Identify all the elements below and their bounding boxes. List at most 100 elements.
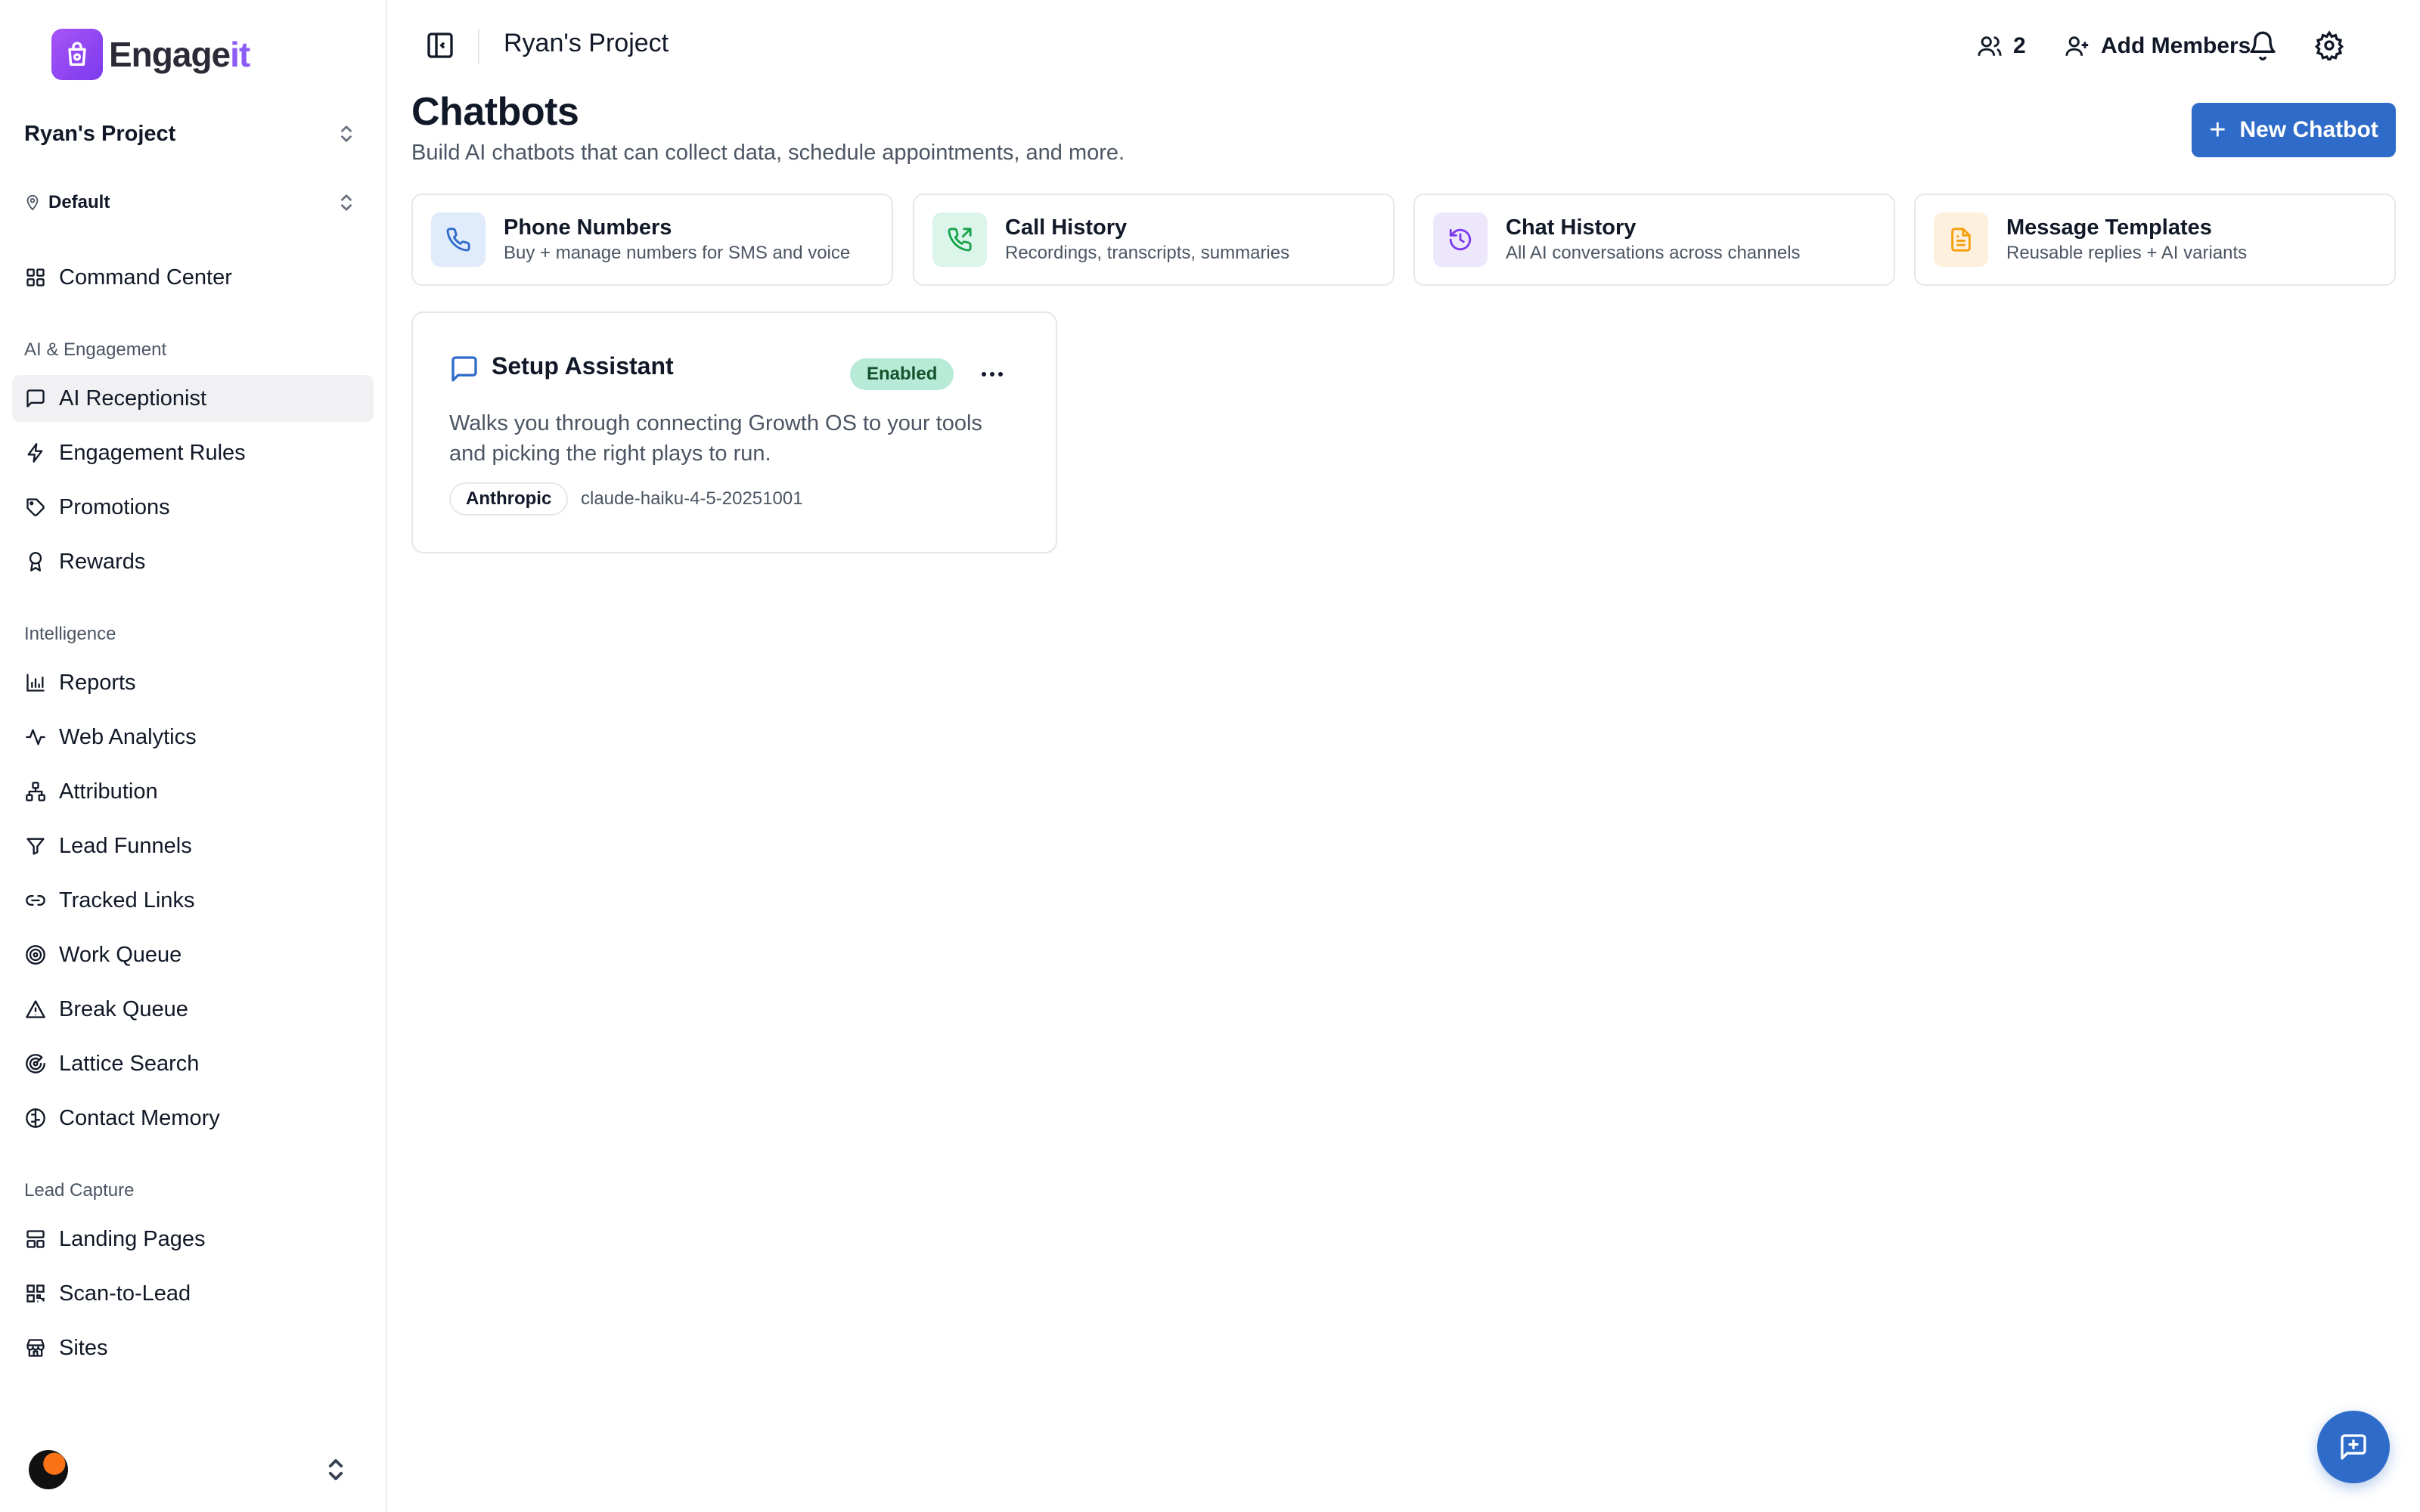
sidebar-item-label: Promotions <box>59 494 170 519</box>
sidebar-item-tracked-links[interactable]: Tracked Links <box>12 877 374 924</box>
bell-icon[interactable] <box>2248 30 2278 60</box>
quick-link-chat-history[interactable]: Chat History All AI conversations across… <box>1413 194 1895 286</box>
bar-chart-icon <box>24 671 47 694</box>
logo-icon <box>51 29 103 80</box>
page-subtitle: Build AI chatbots that can collect data,… <box>411 141 1125 165</box>
phone-outgoing-icon <box>932 212 987 267</box>
members-count-button[interactable]: 2 <box>1977 27 2026 65</box>
document-icon <box>1934 212 1988 267</box>
network-icon <box>24 780 47 803</box>
sidebar-item-label: Contact Memory <box>59 1105 220 1130</box>
sidebar-item-label: Rewards <box>59 549 146 574</box>
model-name: claude-haiku-4-5-20251001 <box>581 488 803 509</box>
section-title-intelligence: Intelligence <box>24 624 116 644</box>
sidebar-item-ai-receptionist[interactable]: AI Receptionist <box>12 375 374 422</box>
sidebar-item-command-center[interactable]: Command Center <box>12 254 374 301</box>
activity-icon <box>24 726 47 748</box>
more-options-icon[interactable] <box>982 363 1009 386</box>
project-selector[interactable]: Ryan's Project <box>24 113 365 154</box>
sidebar-item-label: Tracked Links <box>59 888 195 912</box>
sidebar-item-break-queue[interactable]: Break Queue <box>12 986 374 1033</box>
brand-logo[interactable]: Engageit <box>51 29 250 80</box>
target-icon <box>24 943 47 966</box>
sidebar-item-label: Lead Funnels <box>59 833 192 858</box>
sidebar-item-label: Scan-to-Lead <box>59 1281 191 1306</box>
sidebar-item-label: Landing Pages <box>59 1226 206 1251</box>
new-chatbot-button[interactable]: + New Chatbot <box>2192 103 2396 157</box>
status-badge: Enabled <box>850 358 954 390</box>
sidebar-item-contact-memory[interactable]: Contact Memory <box>12 1095 374 1142</box>
sidebar-item-reports[interactable]: Reports <box>12 659 374 706</box>
chatbot-card[interactable]: Setup Assistant Enabled Walks you throug… <box>411 311 1057 553</box>
message-plus-icon <box>2341 1434 2366 1460</box>
sidebar-item-engagement-rules[interactable]: Engagement Rules <box>12 429 374 476</box>
sidebar-item-promotions[interactable]: Promotions <box>12 484 374 531</box>
sidebar-item-label: Web Analytics <box>59 724 197 749</box>
sidebar-item-work-queue[interactable]: Work Queue <box>12 931 374 978</box>
user-avatar[interactable] <box>29 1450 68 1489</box>
sidebar-item-label: Command Center <box>59 265 232 290</box>
top-bar: Ryan's Project 2 Add Members <box>387 0 2420 91</box>
new-chatbot-label: New Chatbot <box>2239 117 2378 142</box>
radar-icon <box>24 1052 47 1075</box>
quick-link-call-history[interactable]: Call History Recordings, transcripts, su… <box>913 194 1395 286</box>
user-plus-icon <box>2065 36 2089 56</box>
sidebar-item-lead-funnels[interactable]: Lead Funnels <box>12 823 374 869</box>
quick-link-subtitle: All AI conversations across channels <box>1506 243 1801 263</box>
history-icon <box>1433 212 1488 267</box>
quick-link-message-templates[interactable]: Message Templates Reusable replies + AI … <box>1914 194 2396 286</box>
sidebar-item-label: Reports <box>59 670 136 695</box>
location-selector[interactable]: Default <box>24 187 365 218</box>
quick-link-phone-numbers[interactable]: Phone Numbers Buy + manage numbers for S… <box>411 194 893 286</box>
sidebar-item-label: Engagement Rules <box>59 440 246 465</box>
quick-link-subtitle: Reusable replies + AI variants <box>2006 243 2248 263</box>
quick-link-title: Call History <box>1005 215 1128 240</box>
filter-icon <box>24 835 47 857</box>
qr-code-icon <box>24 1282 47 1305</box>
link-icon <box>24 889 47 912</box>
chevron-updown-icon[interactable] <box>327 1456 345 1483</box>
plus-icon: + <box>2209 114 2226 146</box>
grid-icon <box>24 266 47 289</box>
phone-icon <box>431 212 486 267</box>
sidebar-item-scan-to-lead[interactable]: Scan-to-Lead <box>12 1270 374 1317</box>
sidebar-item-label: Lattice Search <box>59 1051 200 1076</box>
add-members-label: Add Members <box>2101 33 2251 58</box>
sidebar-toggle-icon[interactable] <box>425 30 455 60</box>
sidebar-item-landing-pages[interactable]: Landing Pages <box>12 1216 374 1263</box>
users-icon <box>1978 36 2002 56</box>
chat-launcher-button[interactable] <box>2317 1411 2390 1483</box>
sidebar-item-web-analytics[interactable]: Web Analytics <box>12 714 374 761</box>
gear-icon[interactable] <box>2314 30 2344 60</box>
sidebar-item-label: Sites <box>59 1335 108 1360</box>
chatbot-description: Walks you through connecting Growth OS t… <box>449 411 982 466</box>
zap-icon <box>24 442 47 464</box>
sidebar-item-lattice-search[interactable]: Lattice Search <box>12 1040 374 1087</box>
sidebar-item-label: Work Queue <box>59 942 182 967</box>
quick-link-subtitle: Buy + manage numbers for SMS and voice <box>504 243 851 263</box>
sidebar-item-rewards[interactable]: Rewards <box>12 538 374 585</box>
message-square-icon <box>451 356 477 382</box>
provider-tag: Anthropic <box>449 482 569 516</box>
location-selector-label: Default <box>48 192 110 212</box>
section-title-lead-capture: Lead Capture <box>24 1180 135 1201</box>
sidebar-item-label: AI Receptionist <box>59 386 207 411</box>
layout-icon <box>24 1228 47 1250</box>
chatbot-name: Setup Assistant <box>492 352 674 380</box>
chevron-updown-icon <box>341 194 352 211</box>
members-count: 2 <box>2013 33 2026 58</box>
store-icon <box>24 1337 47 1359</box>
divider <box>478 29 479 64</box>
page-title: Chatbots <box>411 90 579 134</box>
alert-triangle-icon <box>24 998 47 1021</box>
brand-name: Engageit <box>109 35 250 74</box>
sidebar-item-sites[interactable]: Sites <box>12 1325 374 1371</box>
brain-icon <box>24 1107 47 1129</box>
quick-link-subtitle: Recordings, transcripts, summaries <box>1005 243 1290 263</box>
add-members-button[interactable]: Add Members <box>2065 27 2251 65</box>
chevron-updown-icon <box>341 125 352 142</box>
sidebar-item-attribution[interactable]: Attribution <box>12 768 374 815</box>
award-icon <box>24 550 47 573</box>
tag-icon <box>24 496 47 519</box>
map-pin-icon <box>26 194 39 211</box>
